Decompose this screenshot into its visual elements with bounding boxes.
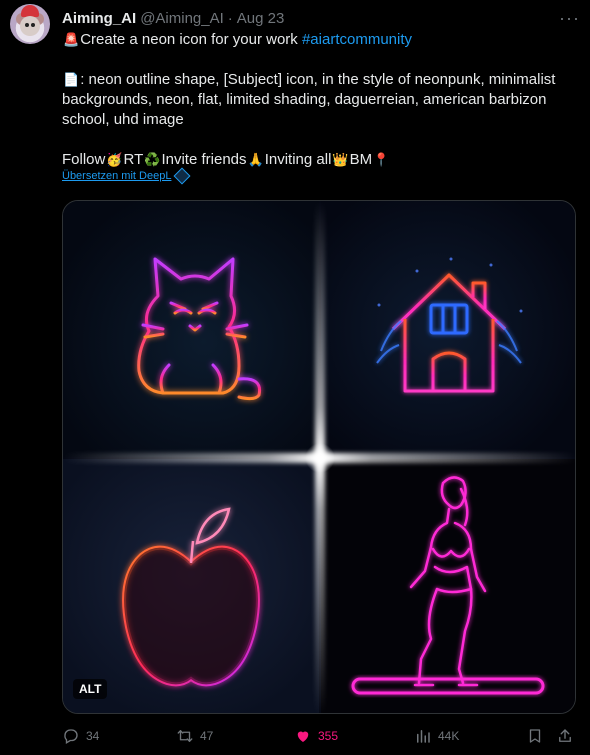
like-button[interactable]: 355 [294,724,338,748]
like-count: 355 [318,729,339,743]
tweet-line-1: 🚨Create a neon icon for your work #aiart… [62,30,572,50]
cta-text: BM [349,151,373,168]
house-icon [376,257,523,393]
reply-count: 34 [86,729,100,743]
media-image-woman[interactable] [321,459,575,713]
tweet-line-1-text: Create a neon icon for your work [80,31,302,48]
more-options-icon[interactable]: ··· [559,8,580,29]
cta-text: Inviting all [264,151,332,168]
retweet-count: 47 [200,729,214,743]
page-emoji: 📄 [63,72,80,87]
avatar-eye [25,23,29,27]
author-handle[interactable]: @Aiming_AI [140,10,224,27]
cat-icon [137,257,262,401]
bookmark-icon [529,729,541,743]
bookmark-button[interactable] [526,724,544,748]
views-button[interactable]: 44K [414,724,459,748]
alt-badge[interactable]: ALT [73,679,108,699]
party-emoji: 🥳 [106,152,123,167]
avatar-face [20,16,40,36]
siren-emoji: 🚨 [63,32,80,47]
action-bar: 34 47 355 44K [62,724,576,748]
crown-emoji: 👑 [332,152,349,167]
reply-button[interactable]: 34 [62,724,99,748]
separator: · [227,9,233,27]
share-icon [559,729,571,742]
tweet-text: 🚨Create a neon icon for your work #aiart… [62,30,572,170]
share-button[interactable] [556,724,574,748]
views-icon [417,730,430,743]
heart-icon [297,731,309,742]
avatar-eye [31,23,35,27]
recycle-emoji: ♻️ [144,152,161,167]
deepl-icon [173,167,191,185]
woman-icon [351,476,545,695]
tweet-header: Aiming_AI @Aiming_AI · Aug 23 [62,8,576,28]
translate-link[interactable]: Übersetzen mit DeepL [62,167,191,185]
media-image-cat[interactable] [63,201,319,457]
hashtag-link[interactable]: #aiartcommunity [302,31,412,48]
tweet-line-2-text: : neon outline shape, [Subject] icon, in… [62,71,556,128]
view-count: 44K [438,729,460,743]
translate-label[interactable]: Übersetzen mit DeepL [62,170,171,182]
author-name[interactable]: Aiming_AI [62,10,136,27]
light-flare-core [305,443,335,473]
media-image-house[interactable] [321,201,575,457]
reply-icon [64,729,78,744]
cta-text: Invite friends [161,151,247,168]
pray-emoji: 🙏 [247,152,264,167]
media-grid[interactable]: ALT [62,200,576,714]
tweet-date[interactable]: Aug 23 [237,10,285,27]
retweet-icon [177,730,193,742]
retweet-button[interactable]: 47 [176,724,213,748]
tweet-line-2: 📄: neon outline shape, [Subject] icon, i… [62,70,572,130]
tweet-line-3: Follow🥳RT♻️Invite friends🙏Inviting all👑B… [62,150,572,170]
pin-emoji: 📍 [373,152,390,167]
avatar[interactable] [10,4,50,44]
apple-icon [122,507,260,687]
media-image-apple[interactable] [63,459,319,713]
cta-text: Follow [62,151,106,168]
cta-text: RT [123,151,144,168]
